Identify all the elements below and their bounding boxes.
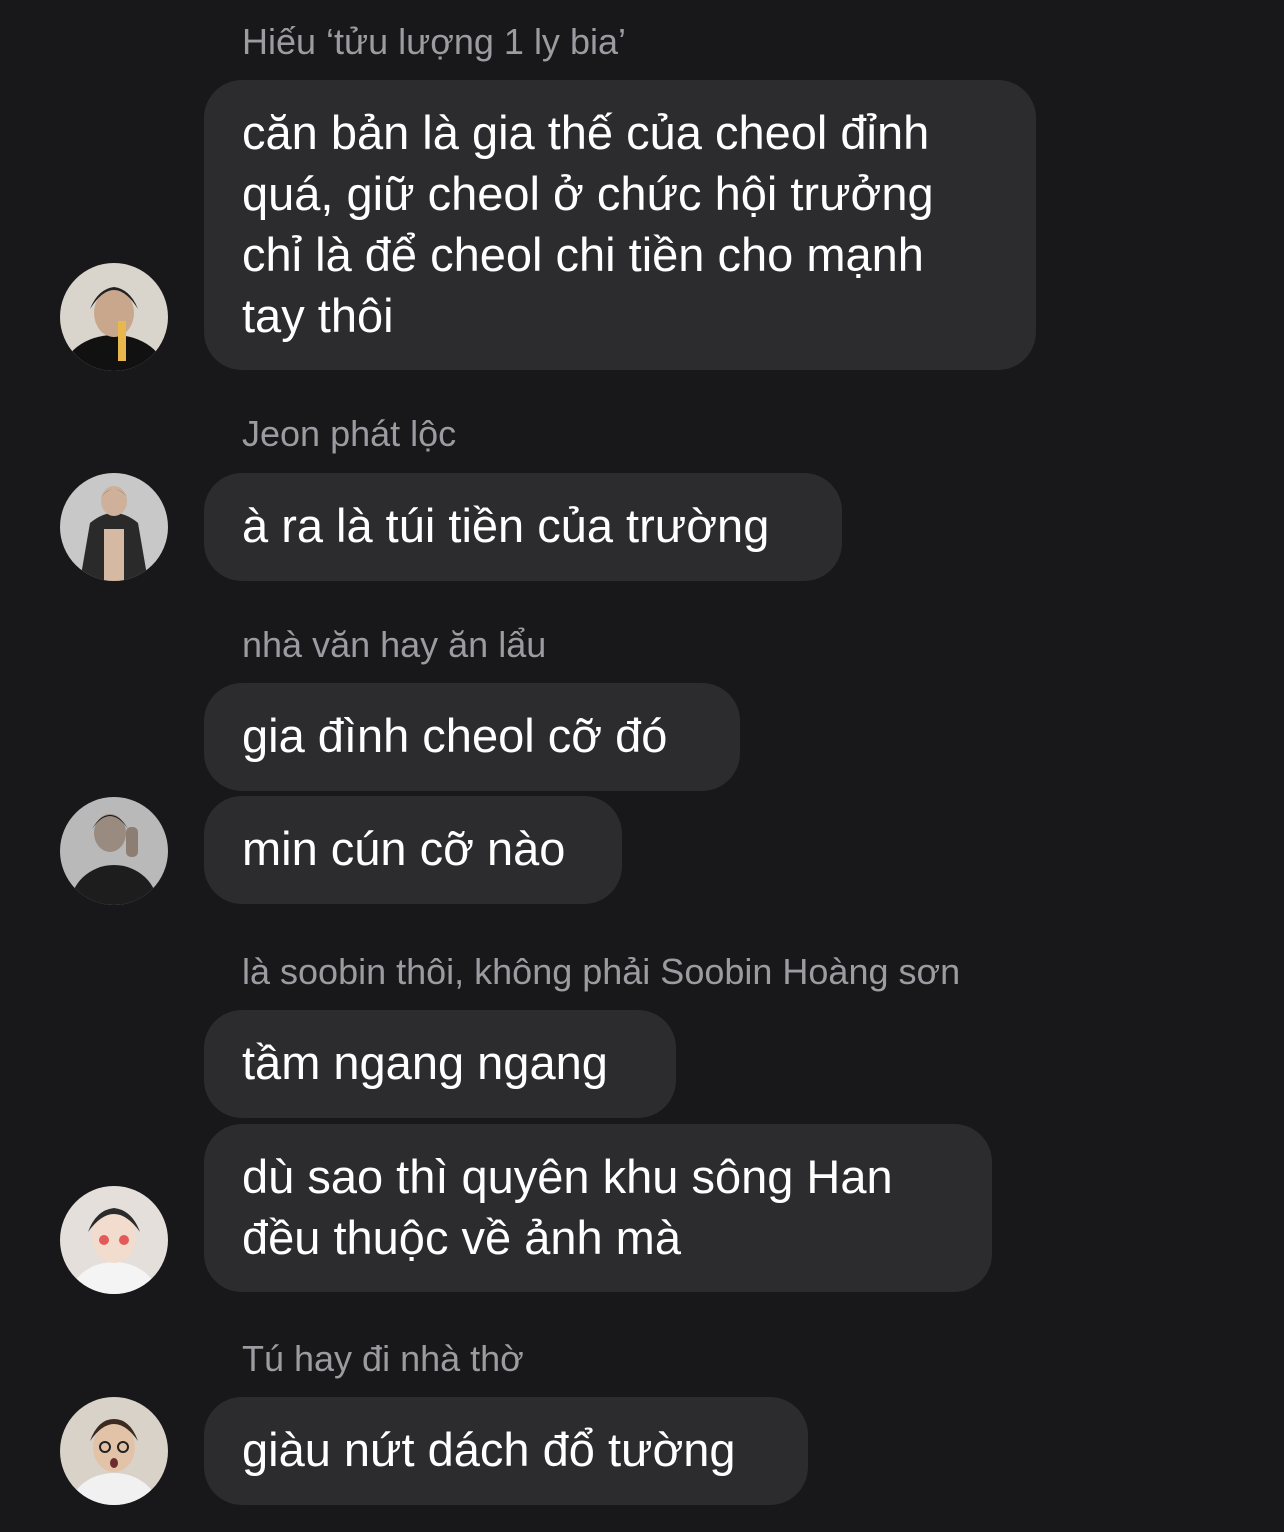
avatar[interactable] (60, 473, 168, 581)
avatar-photo-icon (60, 1397, 168, 1505)
sender-name: nhà văn hay ăn lẩu (242, 624, 547, 665)
avatar-photo-icon (60, 473, 168, 581)
avatar-photo-icon (60, 1186, 168, 1294)
message-bubble[interactable]: dù sao thì quyên khu sông Han đều thuộc … (204, 1124, 992, 1292)
message-bubble[interactable]: min cún cỡ nào (204, 796, 622, 904)
sender-name: Jeon phát lộc (242, 413, 457, 454)
sender-name: Hiếu ‘tửu lượng 1 ly bia’ (242, 21, 626, 62)
sender-name: Tú hay đi nhà thờ (242, 1338, 524, 1379)
avatar-photo-icon (60, 263, 168, 371)
avatar-photo-icon (60, 797, 168, 905)
avatar[interactable] (60, 263, 168, 371)
sender-name: là soobin thôi, không phải Soobin Hoàng … (242, 951, 961, 992)
message-bubble[interactable]: gia đình cheol cỡ đó (204, 683, 740, 791)
avatar[interactable] (60, 1397, 168, 1505)
message-bubble[interactable]: giàu nứt dách đổ tường (204, 1397, 808, 1505)
avatar[interactable] (60, 797, 168, 905)
message-bubble[interactable]: à ra là túi tiền của trường (204, 473, 842, 581)
message-bubble[interactable]: tầm ngang ngang (204, 1010, 676, 1118)
message-bubble[interactable]: căn bản là gia thế của cheol đỉnh quá, g… (204, 80, 1036, 370)
avatar[interactable] (60, 1186, 168, 1294)
